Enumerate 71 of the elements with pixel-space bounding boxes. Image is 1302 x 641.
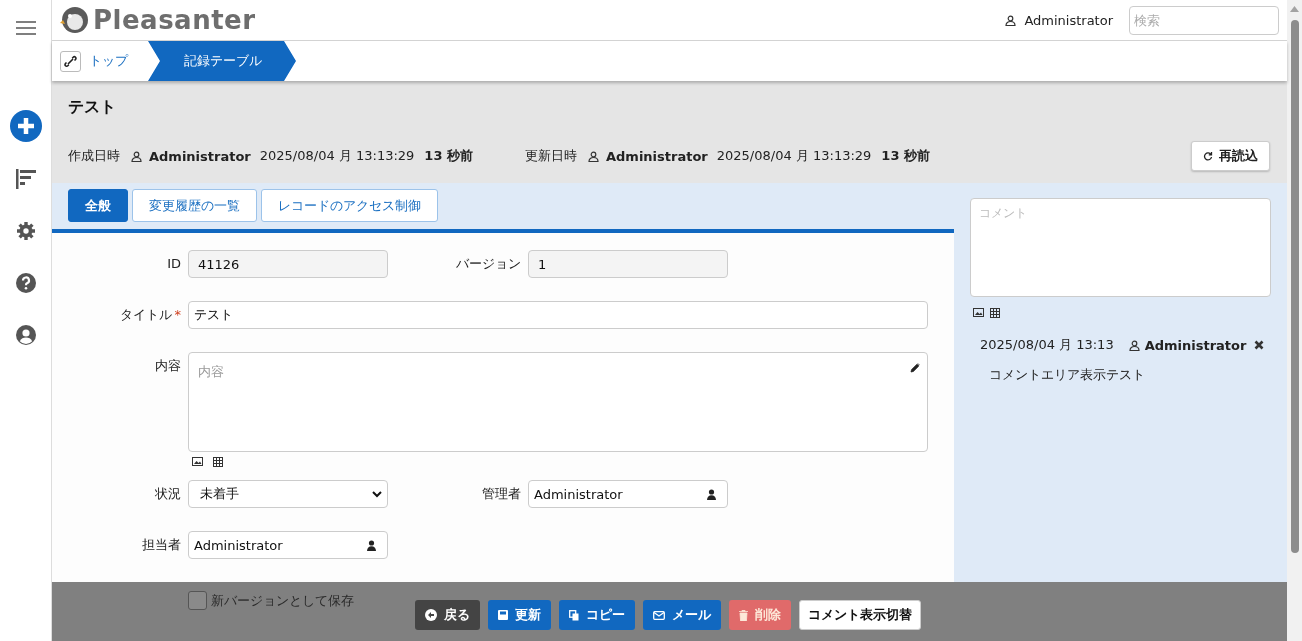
link-icon[interactable] bbox=[60, 50, 81, 72]
field-label: 状況 bbox=[154, 485, 181, 503]
user-icon bbox=[131, 150, 142, 162]
person-icon bbox=[366, 539, 377, 551]
reload-button[interactable]: 再読込 bbox=[1191, 141, 1270, 171]
record-title: テスト bbox=[68, 96, 117, 118]
logo-icon bbox=[60, 6, 90, 34]
field-label: タイトル * bbox=[118, 306, 181, 324]
copy-icon bbox=[569, 609, 579, 621]
text-field[interactable]: テスト bbox=[188, 301, 928, 329]
settings-icon[interactable] bbox=[15, 221, 36, 241]
comment-text: コメントエリア表示テスト bbox=[989, 366, 1146, 384]
user-field[interactable]: Administrator bbox=[188, 531, 388, 559]
user-name: Administrator bbox=[149, 148, 251, 164]
table-icon[interactable] bbox=[990, 308, 1000, 318]
field-label: 内容 bbox=[154, 357, 181, 375]
checkbox[interactable] bbox=[188, 591, 207, 610]
textarea-field[interactable]: 内容 bbox=[188, 352, 928, 452]
placeholder-text: 内容 bbox=[198, 363, 224, 381]
back-icon bbox=[425, 609, 437, 621]
readonly-field: 41126 bbox=[188, 250, 388, 278]
comment-author: Administrator bbox=[1144, 337, 1247, 353]
user-icon bbox=[588, 150, 599, 162]
image-icon[interactable] bbox=[973, 308, 984, 317]
user-icon bbox=[1128, 339, 1140, 351]
update-button[interactable]: 更新 bbox=[488, 600, 551, 630]
table-icon[interactable] bbox=[213, 457, 223, 467]
tab[interactable]: レコードのアクセス制御 bbox=[261, 189, 438, 222]
status-select[interactable]: 未着手 bbox=[188, 480, 388, 508]
datetime-text: 2025/08/04 月 13:13:29 bbox=[259, 147, 415, 165]
elapsed-time: 13 秒前 bbox=[424, 147, 473, 165]
created-label: 作成日時 bbox=[68, 147, 120, 165]
user-field[interactable]: Administrator bbox=[528, 480, 728, 508]
user-name[interactable]: Administrator bbox=[1024, 12, 1113, 28]
datetime-text: 2025/08/04 月 13:13:29 bbox=[716, 147, 872, 165]
mail-icon bbox=[653, 610, 665, 620]
help-icon[interactable] bbox=[15, 273, 36, 293]
chevron-down-icon bbox=[372, 490, 382, 498]
trash-icon bbox=[739, 609, 748, 621]
user-icon[interactable] bbox=[15, 325, 36, 345]
save-icon bbox=[498, 610, 508, 620]
close-icon[interactable] bbox=[1254, 340, 1264, 350]
updated-label: 更新日時 bbox=[525, 147, 577, 165]
user-name: Administrator bbox=[606, 148, 708, 164]
pencil-icon[interactable] bbox=[910, 363, 920, 373]
toggle-button[interactable]: コメント表示切替 bbox=[799, 600, 921, 630]
checkbox-label[interactable]: 新バージョンとして保存 bbox=[211, 591, 354, 610]
comment-datetime: 2025/08/04 月 13:13 bbox=[980, 336, 1114, 354]
breadcrumb-link[interactable]: トップ bbox=[89, 52, 148, 70]
user-icon bbox=[1005, 14, 1017, 26]
readonly-field: 1 bbox=[528, 250, 728, 278]
copy-button[interactable]: コピー bbox=[559, 600, 635, 630]
back-button[interactable]: 戻る bbox=[415, 600, 480, 630]
field-label: 管理者 bbox=[481, 485, 521, 503]
logo-text: Pleasanter bbox=[93, 5, 256, 35]
person-icon bbox=[706, 488, 717, 500]
elapsed-time: 13 秒前 bbox=[881, 147, 930, 165]
placeholder-text: コメント bbox=[979, 206, 1027, 220]
search-field[interactable]: 検索 bbox=[1129, 5, 1279, 35]
tab[interactable]: 全般 bbox=[68, 189, 128, 222]
sort-icon[interactable] bbox=[15, 169, 36, 189]
field-label: ID bbox=[166, 255, 181, 273]
add-icon[interactable] bbox=[9, 110, 42, 142]
breadcrumb-link[interactable]: 記録テーブル bbox=[148, 41, 296, 81]
field-label: バージョン bbox=[455, 255, 521, 273]
image-icon[interactable] bbox=[192, 457, 203, 466]
refresh-icon bbox=[1203, 151, 1213, 161]
tab[interactable]: 変更履歴の一覧 bbox=[132, 189, 257, 222]
menu-icon[interactable] bbox=[15, 21, 36, 35]
mail-button[interactable]: メール bbox=[643, 600, 721, 630]
field-label: 担当者 bbox=[141, 536, 181, 554]
